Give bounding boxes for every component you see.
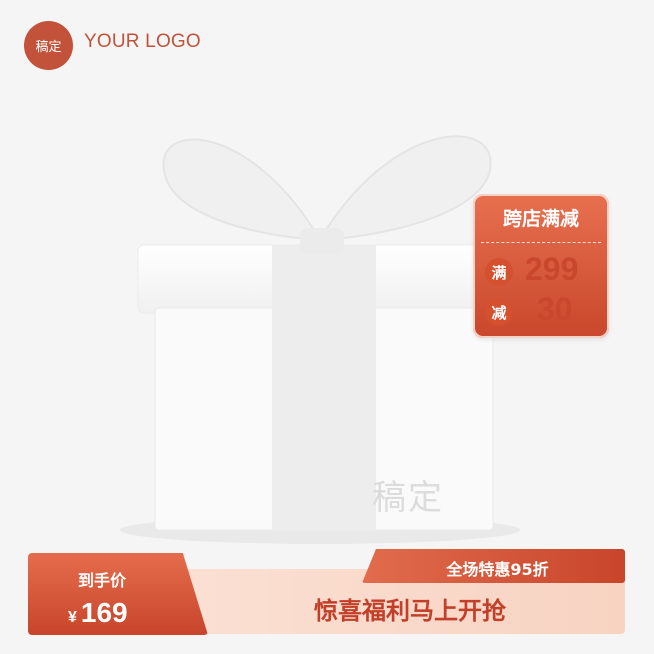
currency-symbol: ¥ [68,609,77,626]
promo-divider [481,242,601,243]
promo-threshold-badge: 满 [485,258,513,286]
promo-discount-value: 30 [537,291,573,327]
price-amount: 169 [80,597,128,628]
price-value: ¥169 [68,597,128,629]
banner-slogan: 惊喜福利马上开抢 [314,597,506,625]
promo-card: 跨店满减 满 299 减 30 [473,194,609,338]
discount-tag: 全场特惠95折 [362,549,625,583]
promo-discount-badge: 减 [485,298,513,326]
promo-threshold-value: 299 [525,251,579,287]
price-label: 到手价 [78,571,127,590]
discount-text: 全场特惠95折 [446,560,549,579]
watermark-text: 稿定 [372,478,444,518]
price-tag: 到手价 ¥169 [28,553,208,635]
promo-title: 跨店满减 [502,208,579,230]
